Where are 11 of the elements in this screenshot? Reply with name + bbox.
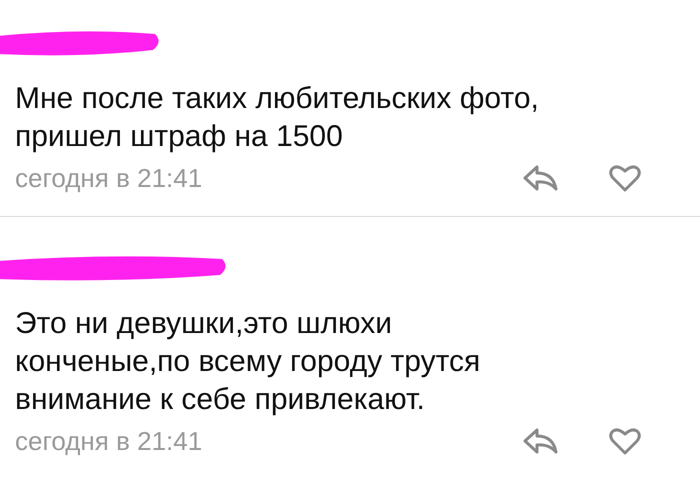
reply-icon[interactable]	[523, 427, 559, 455]
comment-time: сегодня в 21:41	[15, 425, 202, 458]
comment-text-line: пришел штраф на 1500	[15, 119, 344, 155]
heart-icon[interactable]	[609, 427, 641, 455]
comment-text-line: Мне после таких любительских фото,	[15, 81, 540, 117]
comment-text-line: Это ни девушки,это шлюхи	[15, 306, 393, 342]
comment-text-line: конченые,по всему городу трутся	[15, 344, 482, 380]
comment-text-line: внимание к себе привлекают.	[15, 382, 426, 418]
comment-time: сегодня в 21:41	[15, 162, 202, 195]
reply-icon[interactable]	[523, 164, 559, 192]
heart-icon[interactable]	[609, 164, 641, 192]
